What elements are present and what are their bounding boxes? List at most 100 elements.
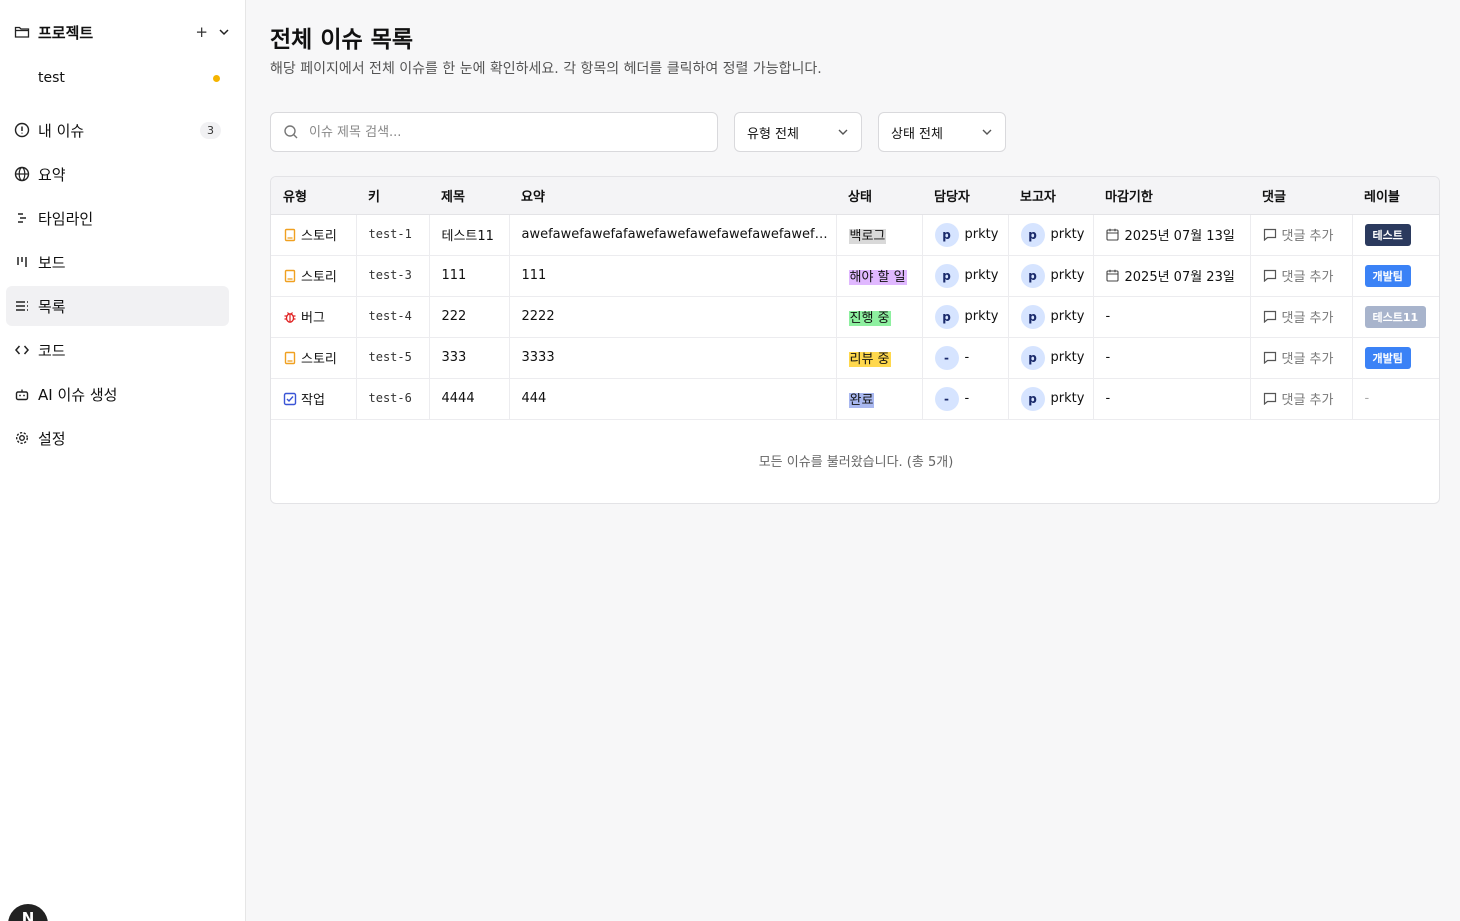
add-comment-button[interactable]: 댓글 추가 <box>1263 266 1352 285</box>
cell-due: - <box>1093 337 1251 379</box>
assignee-name[interactable]: prkty <box>965 309 999 324</box>
avatar: - <box>934 345 959 370</box>
label-tag[interactable]: 개발팀 <box>1364 264 1411 287</box>
comment-label: 댓글 추가 <box>1281 311 1334 326</box>
cell-type: 스토리 <box>271 214 357 256</box>
add-comment-button[interactable]: 댓글 추가 <box>1263 348 1352 367</box>
cell-title: 4444 <box>429 378 510 420</box>
assignee-name[interactable]: - <box>965 391 970 406</box>
comment-icon <box>1263 269 1276 282</box>
sidebar-item-ai-issue[interactable]: AI 이슈 생성 <box>6 374 229 414</box>
sidebar-item-board[interactable]: 보드 <box>6 242 229 282</box>
issue-summary: 3333 <box>521 350 555 365</box>
avatar: - <box>934 386 959 411</box>
globe-icon <box>14 166 30 182</box>
add-comment-button[interactable]: 댓글 추가 <box>1263 389 1352 408</box>
label-empty: - <box>1364 391 1370 406</box>
header-comments[interactable]: 댓글 <box>1250 177 1352 215</box>
table-row[interactable]: 스토리 test-5 333 3333 리뷰 중 -- p prkty - 댓글 … <box>271 337 1439 379</box>
sidebar-item-my-issues[interactable]: 내 이슈 3 <box>6 110 229 150</box>
reporter-name: prkty <box>1050 350 1085 365</box>
task-icon <box>283 392 297 406</box>
issue-key[interactable]: test-3 <box>369 268 412 282</box>
cell-type: 스토리 <box>271 255 357 297</box>
search-icon <box>284 125 298 139</box>
sidebar-item-code[interactable]: 코드 <box>6 330 229 370</box>
type-label: 버그 <box>301 311 325 326</box>
status-badge[interactable]: 완료 <box>848 393 875 408</box>
project-header: 프로젝트 + <box>14 20 230 44</box>
cell-labels: 테스트 <box>1352 214 1439 256</box>
header-key[interactable]: 키 <box>356 177 429 215</box>
issue-table-card: 유형 키 제목 요약 상태 담당자 보고자 마감기한 댓글 레이블 스토리 te… <box>270 176 1440 504</box>
status-filter-value: 상태 전체 <box>891 126 943 142</box>
issue-title[interactable]: 111 <box>442 268 467 283</box>
cell-title: 111 <box>429 255 510 297</box>
issue-key[interactable]: test-4 <box>369 309 412 323</box>
cell-title: 테스트11 <box>429 214 510 256</box>
assignee-name[interactable]: - <box>965 350 970 365</box>
issue-key[interactable]: test-5 <box>369 350 412 364</box>
sidebar-item-label: 보드 <box>38 253 66 272</box>
cell-due: - <box>1093 296 1251 338</box>
assignee-name[interactable]: prkty <box>965 268 999 283</box>
add-project-button[interactable]: + <box>195 23 208 41</box>
header-assignee[interactable]: 담당자 <box>922 177 1008 215</box>
cell-due: 2025년 07월 23일 <box>1093 255 1251 297</box>
table-row[interactable]: 스토리 test-3 111 111 해야 할 일 p prkty p prkty … <box>271 255 1439 297</box>
header-reporter[interactable]: 보고자 <box>1008 177 1093 215</box>
issue-title[interactable]: 4444 <box>442 391 475 406</box>
status-badge[interactable]: 해야 할 일 <box>848 270 907 285</box>
header-summary[interactable]: 요약 <box>509 177 836 215</box>
label-tag[interactable]: 테스트 <box>1364 223 1411 246</box>
header-type[interactable]: 유형 <box>271 177 356 215</box>
issue-title[interactable]: 333 <box>442 350 467 365</box>
sidebar: 프로젝트 + test 내 이슈 3 요약 타임라인 보드 목록 코드 AI 이… <box>0 0 246 921</box>
type-label: 작업 <box>301 393 325 408</box>
comment-label: 댓글 추가 <box>1281 229 1334 244</box>
sidebar-item-list[interactable]: 목록 <box>6 286 229 326</box>
sidebar-item-summary[interactable]: 요약 <box>6 154 229 194</box>
reporter-name: prkty <box>1050 268 1085 283</box>
type-filter-value: 유형 전체 <box>747 126 799 142</box>
status-badge[interactable]: 백로그 <box>848 229 887 244</box>
add-comment-button[interactable]: 댓글 추가 <box>1263 225 1352 244</box>
page-description: 해당 페이지에서 전체 이슈를 한 눈에 확인하세요. 각 항목의 헤더를 클릭… <box>270 61 822 77</box>
header-status[interactable]: 상태 <box>836 177 922 215</box>
sidebar-item-timeline[interactable]: 타임라인 <box>6 198 229 238</box>
status-badge[interactable]: 리뷰 중 <box>848 352 891 367</box>
avatar: p <box>934 304 959 329</box>
header-title[interactable]: 제목 <box>429 177 509 215</box>
project-item[interactable]: test <box>38 66 224 90</box>
cell-summary: 2222 <box>509 296 837 338</box>
header-labels[interactable]: 레이블 <box>1352 177 1439 215</box>
type-filter-select[interactable]: 유형 전체 <box>734 112 862 152</box>
cell-assignee: p prkty <box>922 296 1009 338</box>
assignee-name[interactable]: prkty <box>965 227 999 242</box>
chevron-down-icon[interactable] <box>218 26 230 38</box>
issue-key[interactable]: test-1 <box>369 227 412 241</box>
table-row[interactable]: 스토리 test-1 테스트11 awefawefawefafawefawefa… <box>271 214 1439 256</box>
issue-title[interactable]: 222 <box>442 309 467 324</box>
cell-assignee: -- <box>922 337 1009 379</box>
user-avatar[interactable]: N <box>8 904 48 921</box>
comment-label: 댓글 추가 <box>1281 270 1334 285</box>
issue-key[interactable]: test-6 <box>369 391 412 405</box>
issue-title[interactable]: 테스트11 <box>442 229 494 244</box>
code-icon <box>14 342 30 358</box>
add-comment-button[interactable]: 댓글 추가 <box>1263 307 1352 326</box>
comment-icon <box>1263 310 1276 323</box>
issue-summary: awefawefawefafawefawefawefawefawefawefaw… <box>521 227 836 242</box>
table-header-row: 유형 키 제목 요약 상태 담당자 보고자 마감기한 댓글 레이블 <box>271 177 1439 215</box>
header-due[interactable]: 마감기한 <box>1093 177 1250 215</box>
status-badge[interactable]: 진행 중 <box>848 311 891 326</box>
table-row[interactable]: 버그 test-4 222 2222 진행 중 p prkty p prkty - … <box>271 296 1439 338</box>
sidebar-item-label: 요약 <box>38 165 66 184</box>
status-filter-select[interactable]: 상태 전체 <box>878 112 1006 152</box>
table-row[interactable]: 작업 test-6 4444 444 완료 -- p prkty - 댓글 추가 … <box>271 378 1439 420</box>
search-input[interactable] <box>309 124 709 140</box>
sidebar-item-settings[interactable]: 설정 <box>6 418 229 458</box>
calendar-icon <box>1105 269 1119 282</box>
label-tag[interactable]: 테스트11 <box>1364 305 1427 328</box>
label-tag[interactable]: 개발팀 <box>1364 346 1411 369</box>
